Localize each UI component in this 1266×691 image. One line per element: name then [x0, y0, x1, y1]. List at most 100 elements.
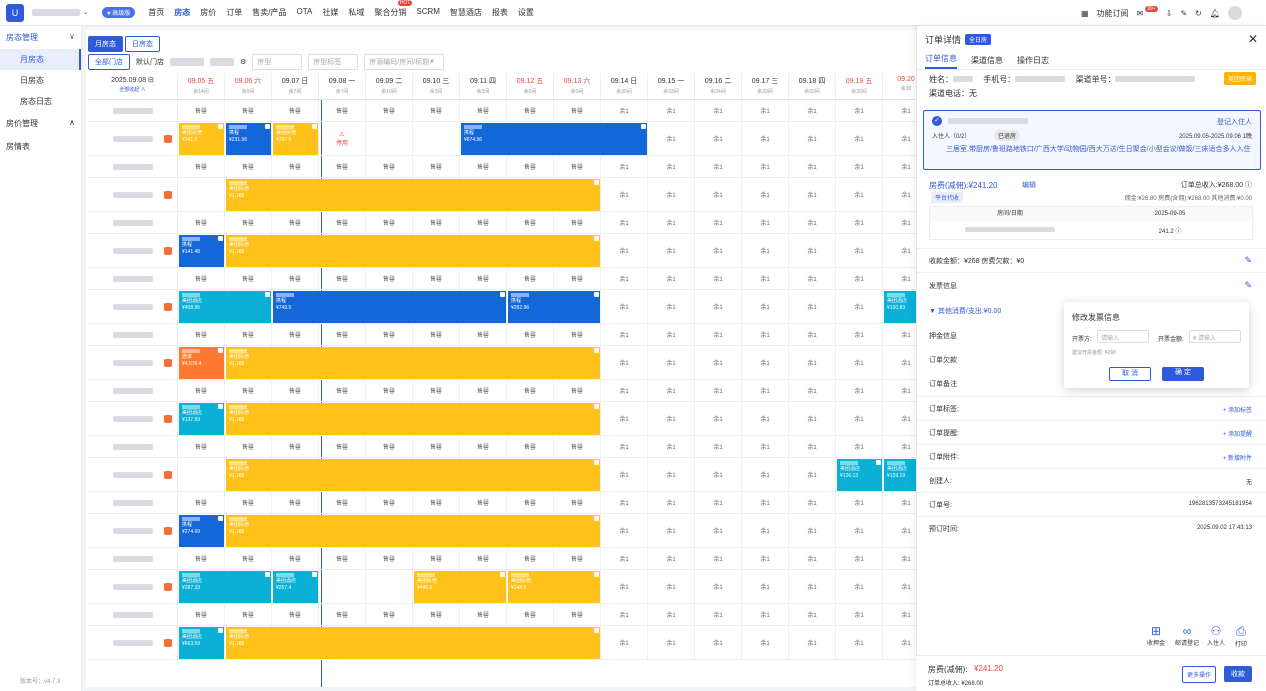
date-cell[interactable]: 售罄 [507, 436, 554, 457]
date-cell[interactable]: 余1 [601, 178, 648, 211]
date-cell[interactable]: 售罄 [413, 492, 460, 513]
nav-item[interactable]: OTA [297, 7, 313, 18]
room-name[interactable] [88, 178, 178, 211]
nav-item[interactable]: 订单 [226, 7, 242, 18]
date-cell[interactable]: 余1 [601, 604, 648, 625]
room-name[interactable] [88, 514, 178, 547]
nav-item[interactable]: 社媒 [322, 7, 338, 18]
date-cell[interactable]: 售罄 [272, 436, 319, 457]
grid-icon[interactable]: ▦ [1081, 9, 1089, 18]
date-cell[interactable]: 售罄 [225, 100, 272, 121]
hotel-name[interactable] [32, 9, 80, 16]
date-header[interactable]: 09.18 四余33间 [789, 73, 836, 100]
room-type-select[interactable]: 房型 [252, 54, 303, 70]
room-name[interactable] [88, 402, 178, 435]
date-cell[interactable]: 售罄 [366, 100, 413, 121]
settings-icon[interactable]: ⚙ [240, 58, 246, 66]
booking-block[interactable]: 美团民宿 ¥1,188 [226, 179, 600, 211]
date-cell[interactable]: 余1 [601, 346, 648, 379]
date-cell[interactable]: 余1 [742, 604, 789, 625]
date-cell[interactable]: 售罄 [225, 548, 272, 569]
date-cell[interactable]: 售罄 [366, 268, 413, 289]
date-cell[interactable]: 余1 [695, 178, 742, 211]
room-tag-select[interactable]: 房型标签 [308, 54, 359, 70]
date-cell[interactable]: 余1 [836, 234, 883, 267]
date-cell[interactable]: 余1 [695, 346, 742, 379]
booking-block[interactable]: 美团民宿 ¥445.5 [414, 571, 506, 603]
sidebar-group-report[interactable]: 房情表 [0, 135, 81, 158]
date-cell[interactable]: 余1 [695, 380, 742, 401]
booking-block[interactable]: 携程 ¥874.56 [461, 123, 647, 155]
date-header[interactable]: 09.12 五余0间 [507, 73, 554, 100]
date-cell[interactable]: 余1 [836, 268, 883, 289]
date-cell[interactable]: 售罄 [225, 324, 272, 345]
date-cell[interactable]: 售罄 [460, 324, 507, 345]
tab-month[interactable]: 月房态 [88, 36, 123, 52]
edit-icon[interactable]: ✎ [1180, 9, 1187, 18]
default-store-button[interactable]: 默认门店 [136, 57, 164, 67]
date-cell[interactable]: 售罄 [319, 100, 366, 121]
date-cell[interactable]: 余1 [695, 100, 742, 121]
date-cell[interactable]: 余1 [789, 122, 836, 155]
date-cell[interactable]: 余1 [601, 268, 648, 289]
date-cell[interactable]: 余1 [648, 268, 695, 289]
date-cell[interactable]: 售罄 [460, 548, 507, 569]
date-cell[interactable]: 余1 [836, 346, 883, 379]
date-cell[interactable]: 余1 [789, 156, 836, 177]
date-cell[interactable] [319, 570, 366, 603]
date-cell[interactable]: 余1 [695, 402, 742, 435]
date-cell[interactable]: 余1 [836, 548, 883, 569]
date-cell[interactable]: 售罄 [554, 268, 601, 289]
date-cell[interactable]: 售罄 [460, 492, 507, 513]
date-cell[interactable]: 余1 [742, 156, 789, 177]
date-cell[interactable] [413, 122, 460, 155]
date-cell[interactable]: 余1 [789, 212, 836, 233]
date-cell[interactable]: 余1 [836, 100, 883, 121]
date-cell[interactable]: 售罄 [460, 268, 507, 289]
room-name[interactable] [88, 268, 178, 289]
date-cell[interactable]: 余1 [789, 492, 836, 513]
date-cell[interactable]: 售罄 [507, 212, 554, 233]
booking-block[interactable]: 美团民宿 ¥1,188 [226, 235, 600, 267]
date-cell[interactable]: 余1 [836, 380, 883, 401]
edit-invoice-icon[interactable]: ✎ [1244, 280, 1252, 291]
booking-block[interactable]: 携程 ¥231.56 [226, 123, 271, 155]
date-header[interactable]: 09.17 三余33间 [742, 73, 789, 100]
chevron-down-icon[interactable]: ⌄ [83, 9, 88, 16]
nav-item[interactable]: SCRM [416, 7, 440, 18]
date-header[interactable]: 09.08 一余7间 [319, 73, 366, 100]
date-cell[interactable]: 售罄 [554, 380, 601, 401]
room-name[interactable] [88, 626, 178, 659]
date-cell[interactable]: 余1 [789, 100, 836, 121]
booking-block[interactable]: 美团酒店 ¥663.59 [179, 627, 224, 659]
date-cell[interactable]: 余1 [836, 570, 883, 603]
booking-block[interactable]: 携程 ¥749.5 [273, 291, 506, 323]
date-header[interactable]: 09.06 六余0间 [225, 73, 272, 100]
date-cell[interactable]: 余1 [789, 436, 836, 457]
date-cell[interactable]: 售罄 [507, 156, 554, 177]
date-cell[interactable]: 余1 [742, 458, 789, 491]
booking-block[interactable]: 美团酒店 ¥408.95 [179, 291, 271, 323]
date-cell[interactable]: 余1 [695, 458, 742, 491]
all-store-button[interactable]: 全部门店 [88, 54, 130, 70]
date-cell[interactable]: 余1 [695, 626, 742, 659]
date-cell[interactable]: 余1 [648, 178, 695, 211]
date-header[interactable]: 09.05 五余14间 [178, 73, 225, 100]
booking-block[interactable]: 美团民宿 ¥241.2 [179, 123, 224, 155]
date-cell[interactable]: 余1 [601, 570, 648, 603]
date-cell[interactable]: 售罄 [554, 436, 601, 457]
date-cell[interactable]: 售罄 [319, 492, 366, 513]
room-name[interactable] [88, 380, 178, 401]
date-cell[interactable]: 余1 [648, 402, 695, 435]
date-cell[interactable]: 售罄 [319, 604, 366, 625]
date-cell[interactable]: 余1 [742, 290, 789, 323]
date-cell[interactable]: 余1 [601, 324, 648, 345]
date-cell[interactable]: 售罄 [460, 156, 507, 177]
date-cell[interactable]: 余1 [789, 626, 836, 659]
app-logo[interactable]: U [6, 3, 24, 22]
close-icon[interactable]: ✕ [1248, 32, 1258, 46]
date-cell[interactable] [366, 122, 413, 155]
nav-item[interactable]: 售卖/产品 [252, 7, 286, 18]
other-expense[interactable]: ▼ 其他消费/支出:¥0.00 [929, 306, 1001, 316]
date-cell[interactable]: 余1 [742, 178, 789, 211]
